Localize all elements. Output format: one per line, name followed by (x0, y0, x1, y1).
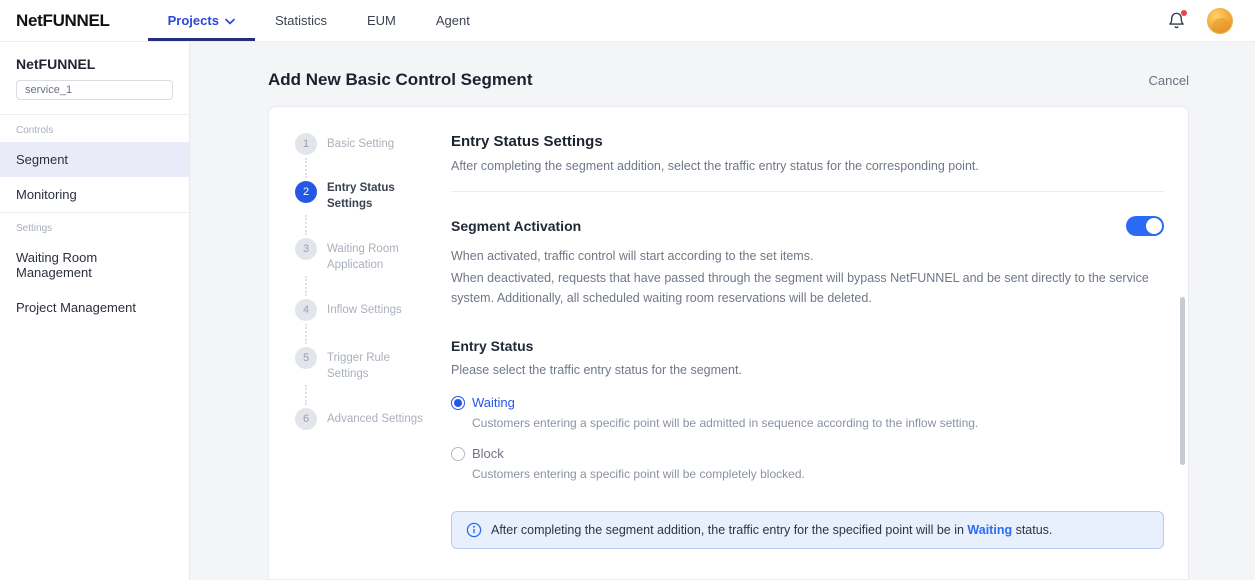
step-number: 1 (295, 133, 317, 155)
vertical-scrollbar[interactable] (1180, 297, 1185, 465)
step-connector (305, 324, 431, 344)
segment-activation-title: Segment Activation (451, 218, 581, 234)
step-basic-setting[interactable]: 1 Basic Setting (295, 133, 431, 155)
step-waiting-room-application[interactable]: 3 Waiting Room Application (295, 238, 431, 273)
step-trigger-rule-settings[interactable]: 5 Trigger Rule Settings (295, 347, 431, 382)
nav-item-statistics-label: Statistics (275, 13, 327, 28)
info-text-pre: After completing the segment addition, t… (491, 523, 967, 537)
step-label: Advanced Settings (327, 408, 423, 430)
radio-block[interactable]: Block (451, 446, 1164, 461)
radio-waiting-desc: Customers entering a specific point will… (472, 416, 1164, 430)
step-label: Trigger Rule Settings (327, 347, 431, 382)
step-label: Waiting Room Application (327, 238, 431, 273)
toggle-knob (1146, 218, 1162, 234)
nav-item-projects-label: Projects (168, 13, 219, 28)
step-content: Entry Status Settings After completing t… (439, 107, 1188, 579)
step-advanced-settings[interactable]: 6 Advanced Settings (295, 408, 431, 430)
step-label: Basic Setting (327, 133, 394, 155)
info-circle-icon (466, 522, 482, 538)
nav-item-eum-label: EUM (367, 13, 396, 28)
step-connector (305, 385, 431, 405)
activation-desc-line2: When deactivated, requests that have pas… (451, 268, 1164, 308)
wizard-stepper: 1 Basic Setting 2 Entry Status Settings … (269, 107, 439, 579)
chevron-down-icon (225, 13, 235, 28)
step-entry-status-settings[interactable]: 2 Entry Status Settings (295, 181, 431, 212)
navbar-right (1167, 0, 1239, 41)
step-label: Entry Status Settings (327, 181, 431, 212)
netfunnel-logo: NetFUNNEL (16, 0, 110, 41)
step-connector (305, 158, 431, 178)
top-navbar: NetFUNNEL Projects Statistics EUM Agent (0, 0, 1255, 42)
info-text-highlight: Waiting (967, 523, 1012, 537)
segment-activation-header: Segment Activation (451, 216, 1164, 236)
step-number: 5 (295, 347, 317, 369)
activation-desc-line1: When activated, traffic control will sta… (451, 246, 1164, 266)
bell-icon[interactable] (1167, 11, 1187, 31)
page-header: Add New Basic Control Segment Cancel (268, 70, 1189, 90)
step-number: 6 (295, 408, 317, 430)
sidebar-item-monitoring[interactable]: Monitoring (0, 177, 189, 212)
nav-item-eum[interactable]: EUM (347, 0, 416, 41)
main-nav: Projects Statistics EUM Agent (148, 0, 490, 41)
step-number: 2 (295, 181, 317, 203)
sidebar-title: NetFUNNEL (0, 56, 189, 80)
step-number: 4 (295, 299, 317, 321)
step-connector (305, 215, 431, 235)
step-number: 3 (295, 238, 317, 260)
entry-status-title: Entry Status (451, 338, 1164, 354)
radio-block-desc: Customers entering a specific point will… (472, 467, 1164, 481)
main-area: Add New Basic Control Segment Cancel 1 B… (190, 42, 1255, 580)
cancel-button[interactable]: Cancel (1149, 73, 1189, 88)
radio-waiting-label: Waiting (472, 395, 515, 410)
sidebar-item-waiting-room-management[interactable]: Waiting Room Management (0, 240, 189, 290)
project-select[interactable]: service_1 (16, 80, 173, 100)
notification-dot (1181, 10, 1187, 16)
step-inflow-settings[interactable]: 4 Inflow Settings (295, 299, 431, 321)
radio-waiting-control (451, 396, 465, 410)
sidebar: NetFUNNEL service_1 Controls Segment Mon… (0, 42, 190, 580)
nav-item-statistics[interactable]: Statistics (255, 0, 347, 41)
segment-wizard-card: 1 Basic Setting 2 Entry Status Settings … (268, 106, 1189, 580)
nav-item-agent[interactable]: Agent (416, 0, 490, 41)
page-title: Add New Basic Control Segment (268, 70, 532, 90)
sidebar-section-controls: Controls (0, 115, 189, 142)
step-label: Inflow Settings (327, 299, 402, 321)
sidebar-item-project-management[interactable]: Project Management (0, 290, 189, 325)
section-title: Entry Status Settings (451, 133, 1164, 150)
avatar[interactable] (1207, 8, 1233, 34)
entry-status-subtitle: Please select the traffic entry status f… (451, 363, 1164, 377)
step-connector (305, 276, 431, 296)
info-banner: After completing the segment addition, t… (451, 511, 1164, 549)
section-subtitle: After completing the segment addition, s… (451, 159, 1164, 173)
sidebar-item-segment[interactable]: Segment (0, 142, 189, 177)
entry-status-options: Waiting Customers entering a specific po… (451, 395, 1164, 481)
active-nav-underline (148, 38, 255, 41)
radio-block-control (451, 447, 465, 461)
segment-activation-toggle[interactable] (1126, 216, 1164, 236)
nav-item-agent-label: Agent (436, 13, 470, 28)
info-text-post: status. (1012, 523, 1052, 537)
section-divider (451, 191, 1164, 192)
nav-item-projects[interactable]: Projects (148, 0, 255, 41)
sidebar-section-settings: Settings (0, 213, 189, 240)
info-banner-text: After completing the segment addition, t… (491, 523, 1052, 537)
radio-block-label: Block (472, 446, 504, 461)
radio-waiting[interactable]: Waiting (451, 395, 1164, 410)
